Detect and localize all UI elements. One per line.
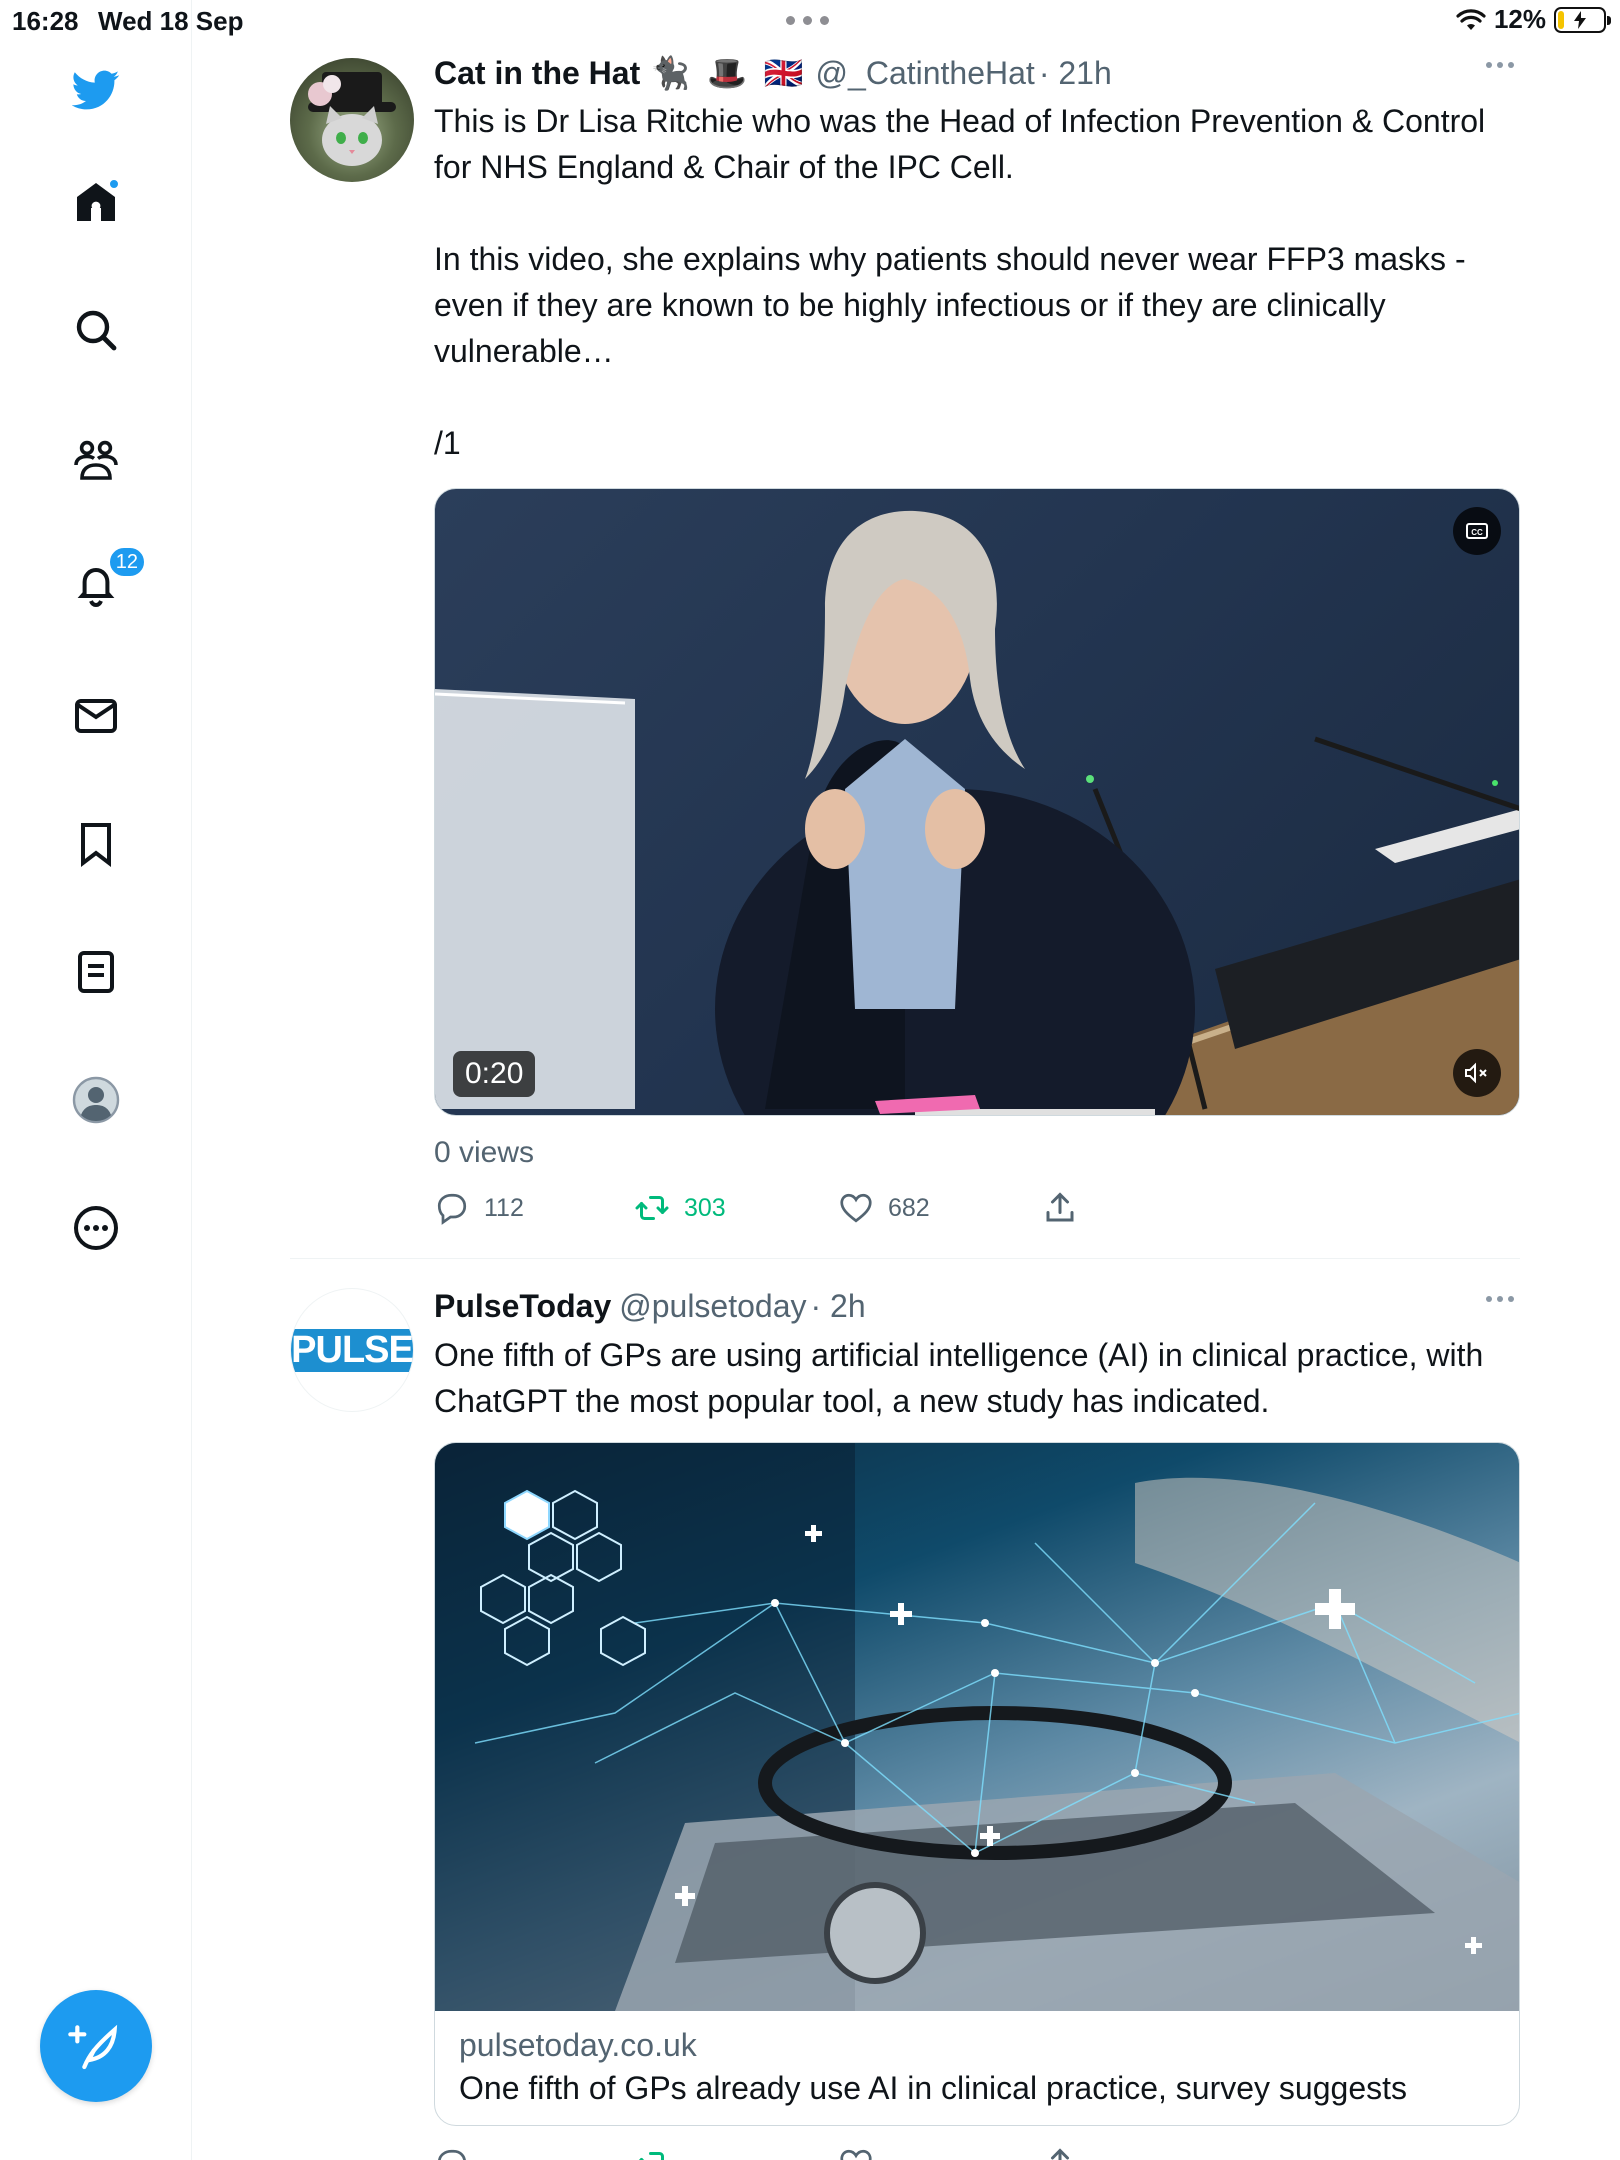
video-frame <box>435 510 1519 1115</box>
compose-tweet-icon <box>68 2024 118 2070</box>
like-count: 682 <box>888 1193 930 1222</box>
tweet-actions: 112 303 682 <box>434 1188 1114 1228</box>
share-button[interactable] <box>1042 1190 1102 1226</box>
profile-avatar-icon[interactable] <box>66 1070 126 1130</box>
like-button[interactable]: 682 <box>838 1190 1042 1226</box>
retweet-icon <box>638 2152 664 2160</box>
tweet-video[interactable]: CC 0:20 <box>434 488 1520 1116</box>
bookmarks-icon[interactable] <box>66 814 126 874</box>
link-card-image <box>435 1443 1519 2011</box>
home-icon[interactable] <box>66 172 126 232</box>
heart-icon <box>840 1193 872 1223</box>
captions-button[interactable]: CC <box>1453 507 1501 555</box>
tweet-time[interactable]: · 21h <box>1039 55 1112 92</box>
retweet-icon <box>635 1196 669 1220</box>
svg-text:CC: CC <box>1471 528 1483 537</box>
reply-icon <box>438 2149 466 2160</box>
author-name[interactable]: Cat in the Hat <box>434 55 640 92</box>
tweet-divider <box>290 1258 1520 1259</box>
retweet-button[interactable] <box>634 2146 838 2160</box>
messages-icon[interactable] <box>66 686 126 746</box>
battery-icon <box>1554 6 1611 33</box>
author-handle[interactable]: @_CatintheHat <box>816 55 1035 92</box>
link-card-title: One fifth of GPs already use AI in clini… <box>459 2070 1407 2106</box>
wifi-icon <box>1456 8 1486 30</box>
reply-button[interactable] <box>434 2146 634 2160</box>
status-bar: 16:28 Wed 18 Sep 12% <box>0 0 1620 40</box>
more-menu-icon[interactable] <box>66 1198 126 1258</box>
link-card[interactable]: pulsetoday.co.uk One fifth of GPs alread… <box>434 1442 1520 2126</box>
muted-speaker-icon <box>1465 1062 1487 1084</box>
tweet-text: One fifth of GPs are using artificial in… <box>434 1337 1484 1419</box>
search-icon[interactable] <box>66 300 126 360</box>
tweet-time[interactable]: · 2h <box>811 1288 866 1325</box>
compose-tweet-button[interactable] <box>40 1990 152 2102</box>
sidebar: 12 <box>0 0 192 2160</box>
retweet-count: 303 <box>684 1193 726 1222</box>
twitter-logo-icon[interactable] <box>66 60 126 120</box>
tweet-header: Cat in the Hat 🐈‍⬛ 🎩 🇬🇧 @_CatintheHat · … <box>434 54 1520 94</box>
lists-icon[interactable] <box>66 942 126 1002</box>
like-button[interactable] <box>838 2146 1042 2160</box>
tweet-more-icon[interactable] <box>1486 1296 1514 1302</box>
pulse-logo: PULSE <box>291 1328 413 1372</box>
mute-button[interactable] <box>1453 1049 1501 1097</box>
tweet-actions <box>434 2144 1114 2160</box>
tweet-text: This is Dr Lisa Ritchie who was the Head… <box>434 103 1486 461</box>
video-views: 0 views <box>434 1136 535 1169</box>
share-button[interactable] <box>1042 2146 1102 2160</box>
status-indicators: 12% <box>1456 4 1611 35</box>
video-duration: 0:20 <box>453 1051 536 1097</box>
communities-icon[interactable] <box>66 430 126 490</box>
home-unread-dot <box>108 178 120 190</box>
link-card-domain: pulsetoday.co.uk <box>459 2027 697 2063</box>
captions-icon: CC <box>1466 523 1488 539</box>
heart-icon <box>840 2149 872 2160</box>
reply-icon <box>437 1193 467 1225</box>
author-emoji: 🐈‍⬛ 🎩 🇬🇧 <box>650 55 808 91</box>
tweet-header: PulseToday @pulsetoday · 2h <box>434 1288 1520 1328</box>
share-icon <box>1051 2148 1069 2160</box>
tweet-more-icon[interactable] <box>1486 62 1514 68</box>
reply-count: 112 <box>484 1193 524 1222</box>
link-card-footer: pulsetoday.co.uk One fifth of GPs alread… <box>435 2011 1519 2125</box>
notifications-badge: 12 <box>107 546 146 578</box>
retweet-button[interactable]: 303 <box>634 1190 838 1226</box>
author-name[interactable]: PulseToday <box>434 1288 611 1325</box>
reply-button[interactable]: 112 <box>434 1190 634 1226</box>
battery-percent: 12% <box>1493 4 1546 34</box>
user-avatar[interactable] <box>290 58 414 182</box>
user-avatar[interactable]: PULSE <box>290 1288 414 1412</box>
author-handle[interactable]: @pulsetoday <box>619 1288 806 1325</box>
multitasking-dots[interactable] <box>786 16 829 25</box>
share-icon <box>1046 1192 1074 1222</box>
notifications-icon[interactable]: 12 <box>66 546 146 616</box>
